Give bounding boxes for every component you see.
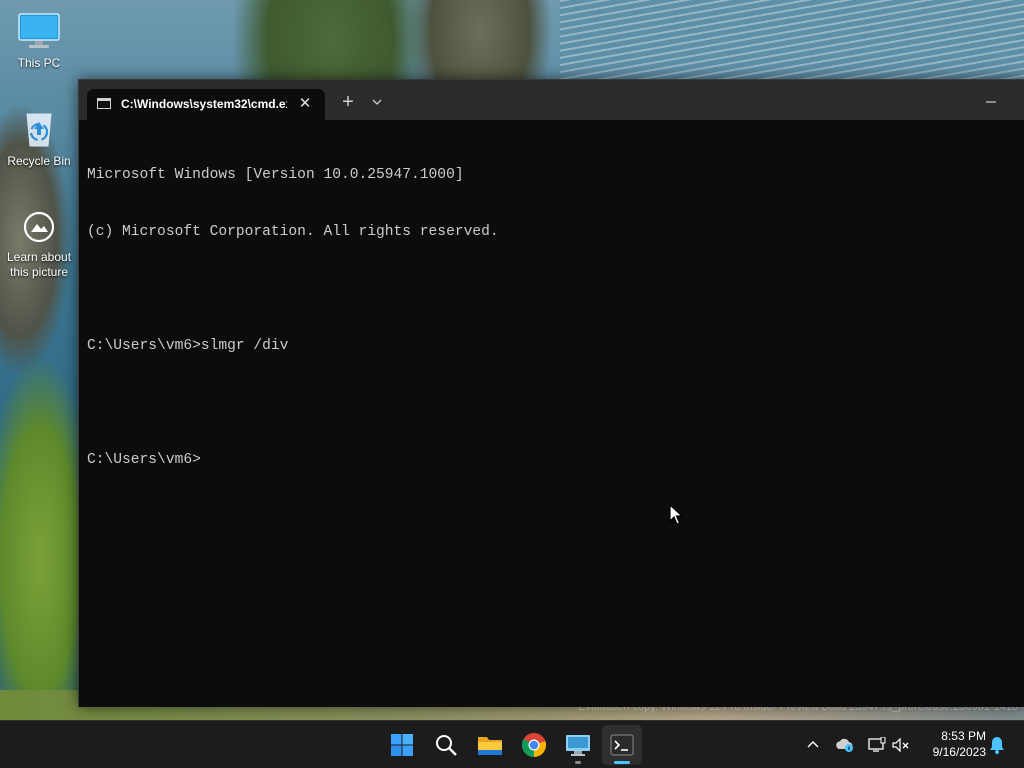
clock-time: 8:53 PM	[941, 729, 986, 743]
new-tab-button[interactable]: +	[335, 91, 361, 113]
minimize-icon	[986, 101, 996, 103]
clock-date: 9/16/2023	[932, 745, 986, 759]
minimize-button[interactable]	[979, 91, 1003, 113]
remote-desktop-icon	[566, 735, 590, 756]
desktop-icon-this-pc[interactable]: This PC	[2, 12, 76, 71]
chrome-button[interactable]	[514, 725, 554, 765]
volume-tray-button[interactable]	[890, 721, 912, 768]
file-explorer-button[interactable]	[470, 725, 510, 765]
desktop-icon-recycle-bin[interactable]: Recycle Bin	[2, 108, 76, 169]
monitor-icon	[2, 12, 76, 54]
recycle-bin-icon	[2, 108, 76, 152]
network-tray-button[interactable]	[866, 721, 888, 768]
camera-info-icon	[2, 210, 76, 248]
console-line: C:\Users\vm6>slmgr /div	[87, 338, 289, 354]
network-icon	[868, 736, 886, 752]
active-indicator	[614, 761, 630, 764]
terminal-taskbar-button[interactable]	[602, 725, 642, 765]
close-tab-icon[interactable]: ✕	[295, 94, 315, 114]
terminal-tab-cmd[interactable]: C:\Windows\system32\cmd.exe ✕	[87, 89, 325, 120]
desktop-icon-label: This PC	[17, 56, 61, 70]
running-indicator	[575, 761, 581, 764]
console-line: Microsoft Windows [Version 10.0.25947.10…	[87, 167, 464, 183]
desktop-icon-learn-about-picture[interactable]: Learn about this picture	[2, 210, 76, 280]
terminal-titlebar[interactable]: C:\Windows\system32\cmd.exe ✕ +	[79, 80, 1024, 120]
search-icon	[436, 735, 457, 756]
windows-start-icon	[391, 734, 413, 756]
terminal-icon	[610, 734, 634, 756]
wallpaper-sea	[560, 0, 1024, 80]
cmd-icon	[97, 98, 111, 109]
remote-desktop-button[interactable]	[558, 725, 598, 765]
taskbar: 8:53 PM 9/16/2023	[0, 720, 1024, 768]
folder-icon	[478, 737, 502, 755]
console-prompt-line[interactable]: C:\Users\vm6>	[87, 451, 1019, 470]
chrome-icon	[521, 733, 547, 758]
bell-icon	[990, 736, 1004, 754]
cloud-info-icon	[836, 738, 853, 752]
show-hidden-icons-button[interactable]	[802, 721, 824, 768]
desktop-icon-label: Learn about this picture	[6, 250, 72, 279]
desktop-icon-label: Recycle Bin	[7, 154, 71, 168]
speaker-muted-icon	[892, 737, 909, 752]
onedrive-tray-button[interactable]	[834, 721, 856, 768]
chevron-up-icon	[807, 740, 819, 747]
notifications-button[interactable]	[986, 721, 1008, 768]
tab-dropdown-button[interactable]	[364, 91, 390, 113]
mouse-cursor-icon	[669, 504, 683, 525]
console-line: (c) Microsoft Corporation. All rights re…	[87, 224, 499, 240]
clock[interactable]: 8:53 PM 9/16/2023	[918, 728, 986, 760]
start-button[interactable]	[382, 725, 422, 765]
chevron-down-icon	[372, 99, 382, 105]
console-output[interactable]: Microsoft Windows [Version 10.0.25947.10…	[87, 128, 1019, 508]
search-button[interactable]	[426, 725, 466, 765]
terminal-window[interactable]: C:\Windows\system32\cmd.exe ✕ + Microsof…	[78, 79, 1024, 707]
tab-title: C:\Windows\system32\cmd.exe	[121, 97, 287, 111]
